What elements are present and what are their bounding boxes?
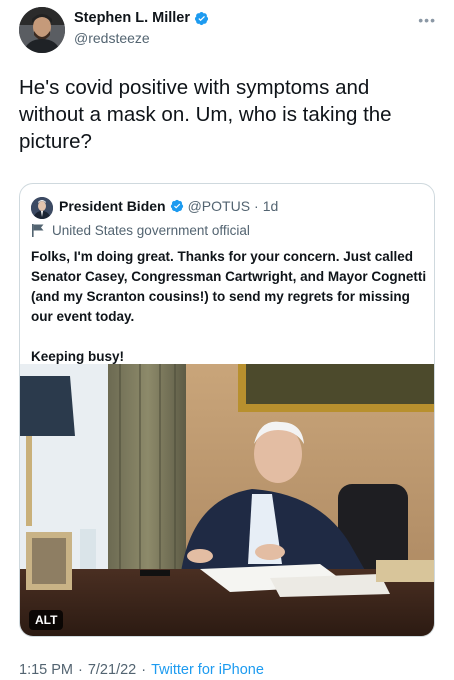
quoted-handle[interactable]: @POTUS (188, 198, 250, 214)
separator-dot: · (78, 662, 83, 678)
quoted-tweet-card[interactable]: President Biden @POTUS · 1d United State… (19, 183, 435, 637)
quoted-display-name[interactable]: President Biden (59, 198, 166, 214)
quoted-author-avatar[interactable] (31, 197, 53, 219)
tweet-source-link[interactable]: Twitter for iPhone (151, 662, 264, 678)
government-label-text: United States government official (52, 223, 250, 238)
separator-dot: · (254, 198, 259, 214)
author-handle[interactable]: @redsteeze (74, 30, 150, 46)
tweet-date[interactable]: 7/21/22 (88, 662, 136, 678)
verified-badge-icon (194, 11, 209, 25)
tweet-footer: 1:15 PM · 7/21/22 · Twitter for iPhone (19, 662, 264, 678)
author-display-name[interactable]: Stephen L. Miller (74, 10, 190, 26)
tweet-text: He's covid positive with symptoms and wi… (19, 76, 392, 153)
more-horizontal-icon[interactable]: ••• (418, 12, 436, 28)
flag-icon (32, 224, 44, 237)
quoted-timestamp[interactable]: 1d (263, 198, 279, 214)
author-avatar[interactable] (19, 7, 65, 53)
tweet-time[interactable]: 1:15 PM (19, 662, 73, 678)
verified-badge-icon (170, 199, 183, 213)
separator-dot: · (141, 662, 147, 678)
author-name-row[interactable]: Stephen L. Miller (74, 10, 209, 26)
government-label[interactable]: United States government official (31, 223, 250, 238)
quoted-header: President Biden @POTUS · 1d (59, 198, 278, 214)
alt-text-badge[interactable]: ALT (29, 610, 64, 630)
quoted-body-paragraph: Folks, I'm doing great. Thanks for your … (31, 249, 427, 324)
quoted-tweet-photo[interactable]: ALT (20, 364, 434, 636)
